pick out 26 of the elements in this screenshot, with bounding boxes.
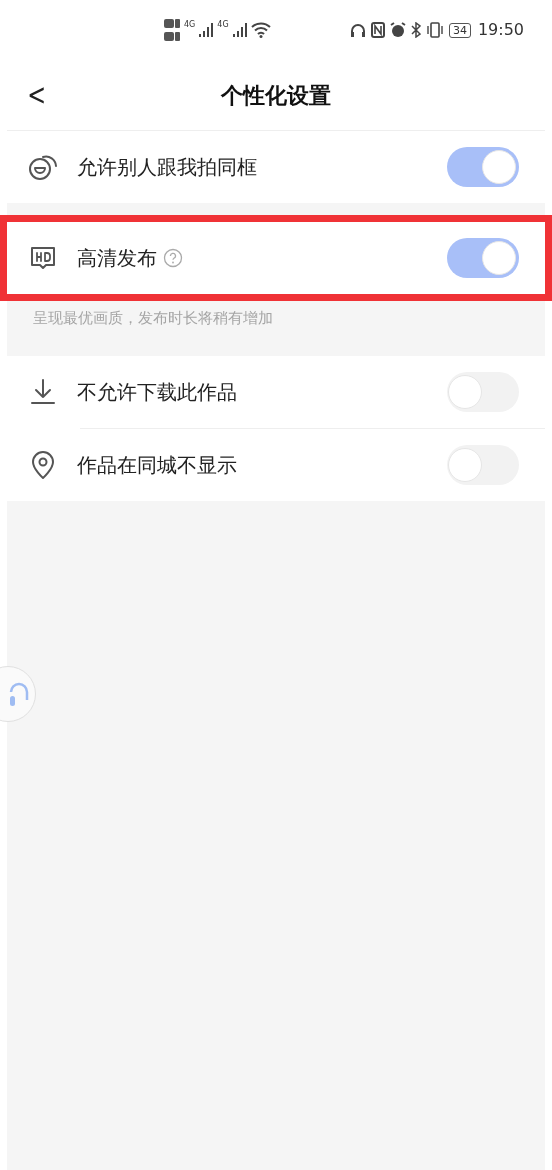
- toggle-switch[interactable]: [447, 372, 519, 412]
- vibrate-icon: [425, 22, 444, 38]
- setting-note: 呈现最优画质，发布时长将稍有增加: [33, 309, 273, 327]
- page-title: 个性化设置: [221, 81, 331, 110]
- signal-icon: [232, 23, 247, 37]
- dual-sim-icon: [164, 17, 180, 43]
- help-icon[interactable]: [163, 248, 183, 268]
- setting-label: 允许别人跟我拍同框: [77, 154, 257, 181]
- headphones-icon: [349, 22, 366, 38]
- back-button[interactable]: <: [25, 80, 48, 110]
- toggle-switch[interactable]: [447, 445, 519, 485]
- network-type: 4G: [217, 19, 229, 31]
- setting-label: 作品在同城不显示: [77, 452, 237, 479]
- wifi-icon: [250, 22, 271, 38]
- nfc-icon: [370, 22, 385, 38]
- battery-level: 34: [448, 22, 471, 38]
- headset-icon: [9, 680, 29, 708]
- setting-label: 不允许下载此作品: [77, 379, 237, 406]
- status-time: 19:50: [477, 19, 524, 41]
- alarm-icon: [389, 22, 406, 38]
- network-type: 4G: [184, 19, 196, 31]
- bluetooth-icon: [410, 22, 421, 38]
- setting-label: 高清发布: [77, 245, 157, 272]
- toggle-switch[interactable]: [447, 147, 519, 187]
- signal-icon: [199, 23, 214, 37]
- toggle-switch[interactable]: [447, 238, 519, 278]
